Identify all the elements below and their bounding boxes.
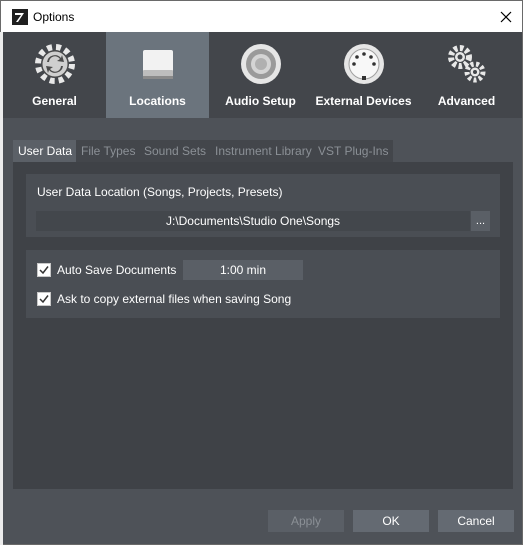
tab-instrument-library[interactable]: Instrument Library	[210, 140, 317, 162]
category-external-devices[interactable]: External Devices	[312, 32, 415, 118]
ask-copy-label: Ask to copy external files when saving S…	[57, 292, 292, 306]
category-label: External Devices	[315, 94, 412, 108]
tab-file-types[interactable]: File Types	[76, 140, 141, 162]
gears-icon	[447, 45, 485, 83]
checkmark-icon	[39, 266, 49, 275]
browse-button[interactable]: ...	[471, 211, 490, 231]
location-label: User Data Location (Songs, Projects, Pre…	[37, 185, 283, 199]
tab-vst-plug-ins[interactable]: VST Plug-Ins	[313, 140, 394, 162]
drive-icon	[142, 50, 173, 79]
checkmark-icon	[39, 295, 49, 304]
path-field[interactable]: J:\Documents\Studio One\Songs	[36, 211, 470, 231]
tab-user-data[interactable]: User Data	[13, 140, 78, 162]
cancel-button[interactable]: Cancel	[438, 510, 514, 532]
midi-connector-icon	[343, 44, 384, 84]
window-title: Options	[33, 10, 75, 24]
category-general[interactable]: General	[3, 32, 106, 118]
category-label: Locations	[129, 94, 186, 108]
category-advanced[interactable]: Advanced	[415, 32, 518, 118]
title-bar: Options	[0, 0, 523, 32]
ok-button[interactable]: OK	[353, 510, 429, 532]
apply-button[interactable]: Apply	[268, 510, 344, 532]
auto-save-label: Auto Save Documents	[57, 263, 177, 277]
category-label: General	[32, 94, 77, 108]
ask-copy-checkbox[interactable]	[37, 292, 51, 306]
close-icon	[500, 11, 512, 23]
category-toolbar: General Locations Audio Setup External D…	[3, 32, 522, 118]
location-group: User Data Location (Songs, Projects, Pre…	[26, 174, 500, 237]
category-audio-setup[interactable]: Audio Setup	[209, 32, 312, 118]
category-label: Audio Setup	[225, 94, 296, 108]
tab-sound-sets[interactable]: Sound Sets	[139, 140, 212, 162]
auto-save-checkbox[interactable]	[37, 263, 51, 277]
user-data-panel: User Data Location (Songs, Projects, Pre…	[13, 162, 513, 489]
category-label: Advanced	[437, 94, 496, 108]
studio-one-logo-icon	[12, 9, 28, 25]
sync-gear-icon	[34, 44, 75, 84]
tab-bar: User Data File Types Sound Sets Instrume…	[13, 140, 513, 162]
save-options-group: Auto Save Documents 1:00 min Ask to copy…	[26, 250, 500, 318]
auto-save-interval-field[interactable]: 1:00 min	[183, 260, 303, 280]
close-button[interactable]	[490, 1, 522, 33]
speaker-icon	[240, 44, 281, 84]
category-locations[interactable]: Locations	[106, 32, 209, 118]
